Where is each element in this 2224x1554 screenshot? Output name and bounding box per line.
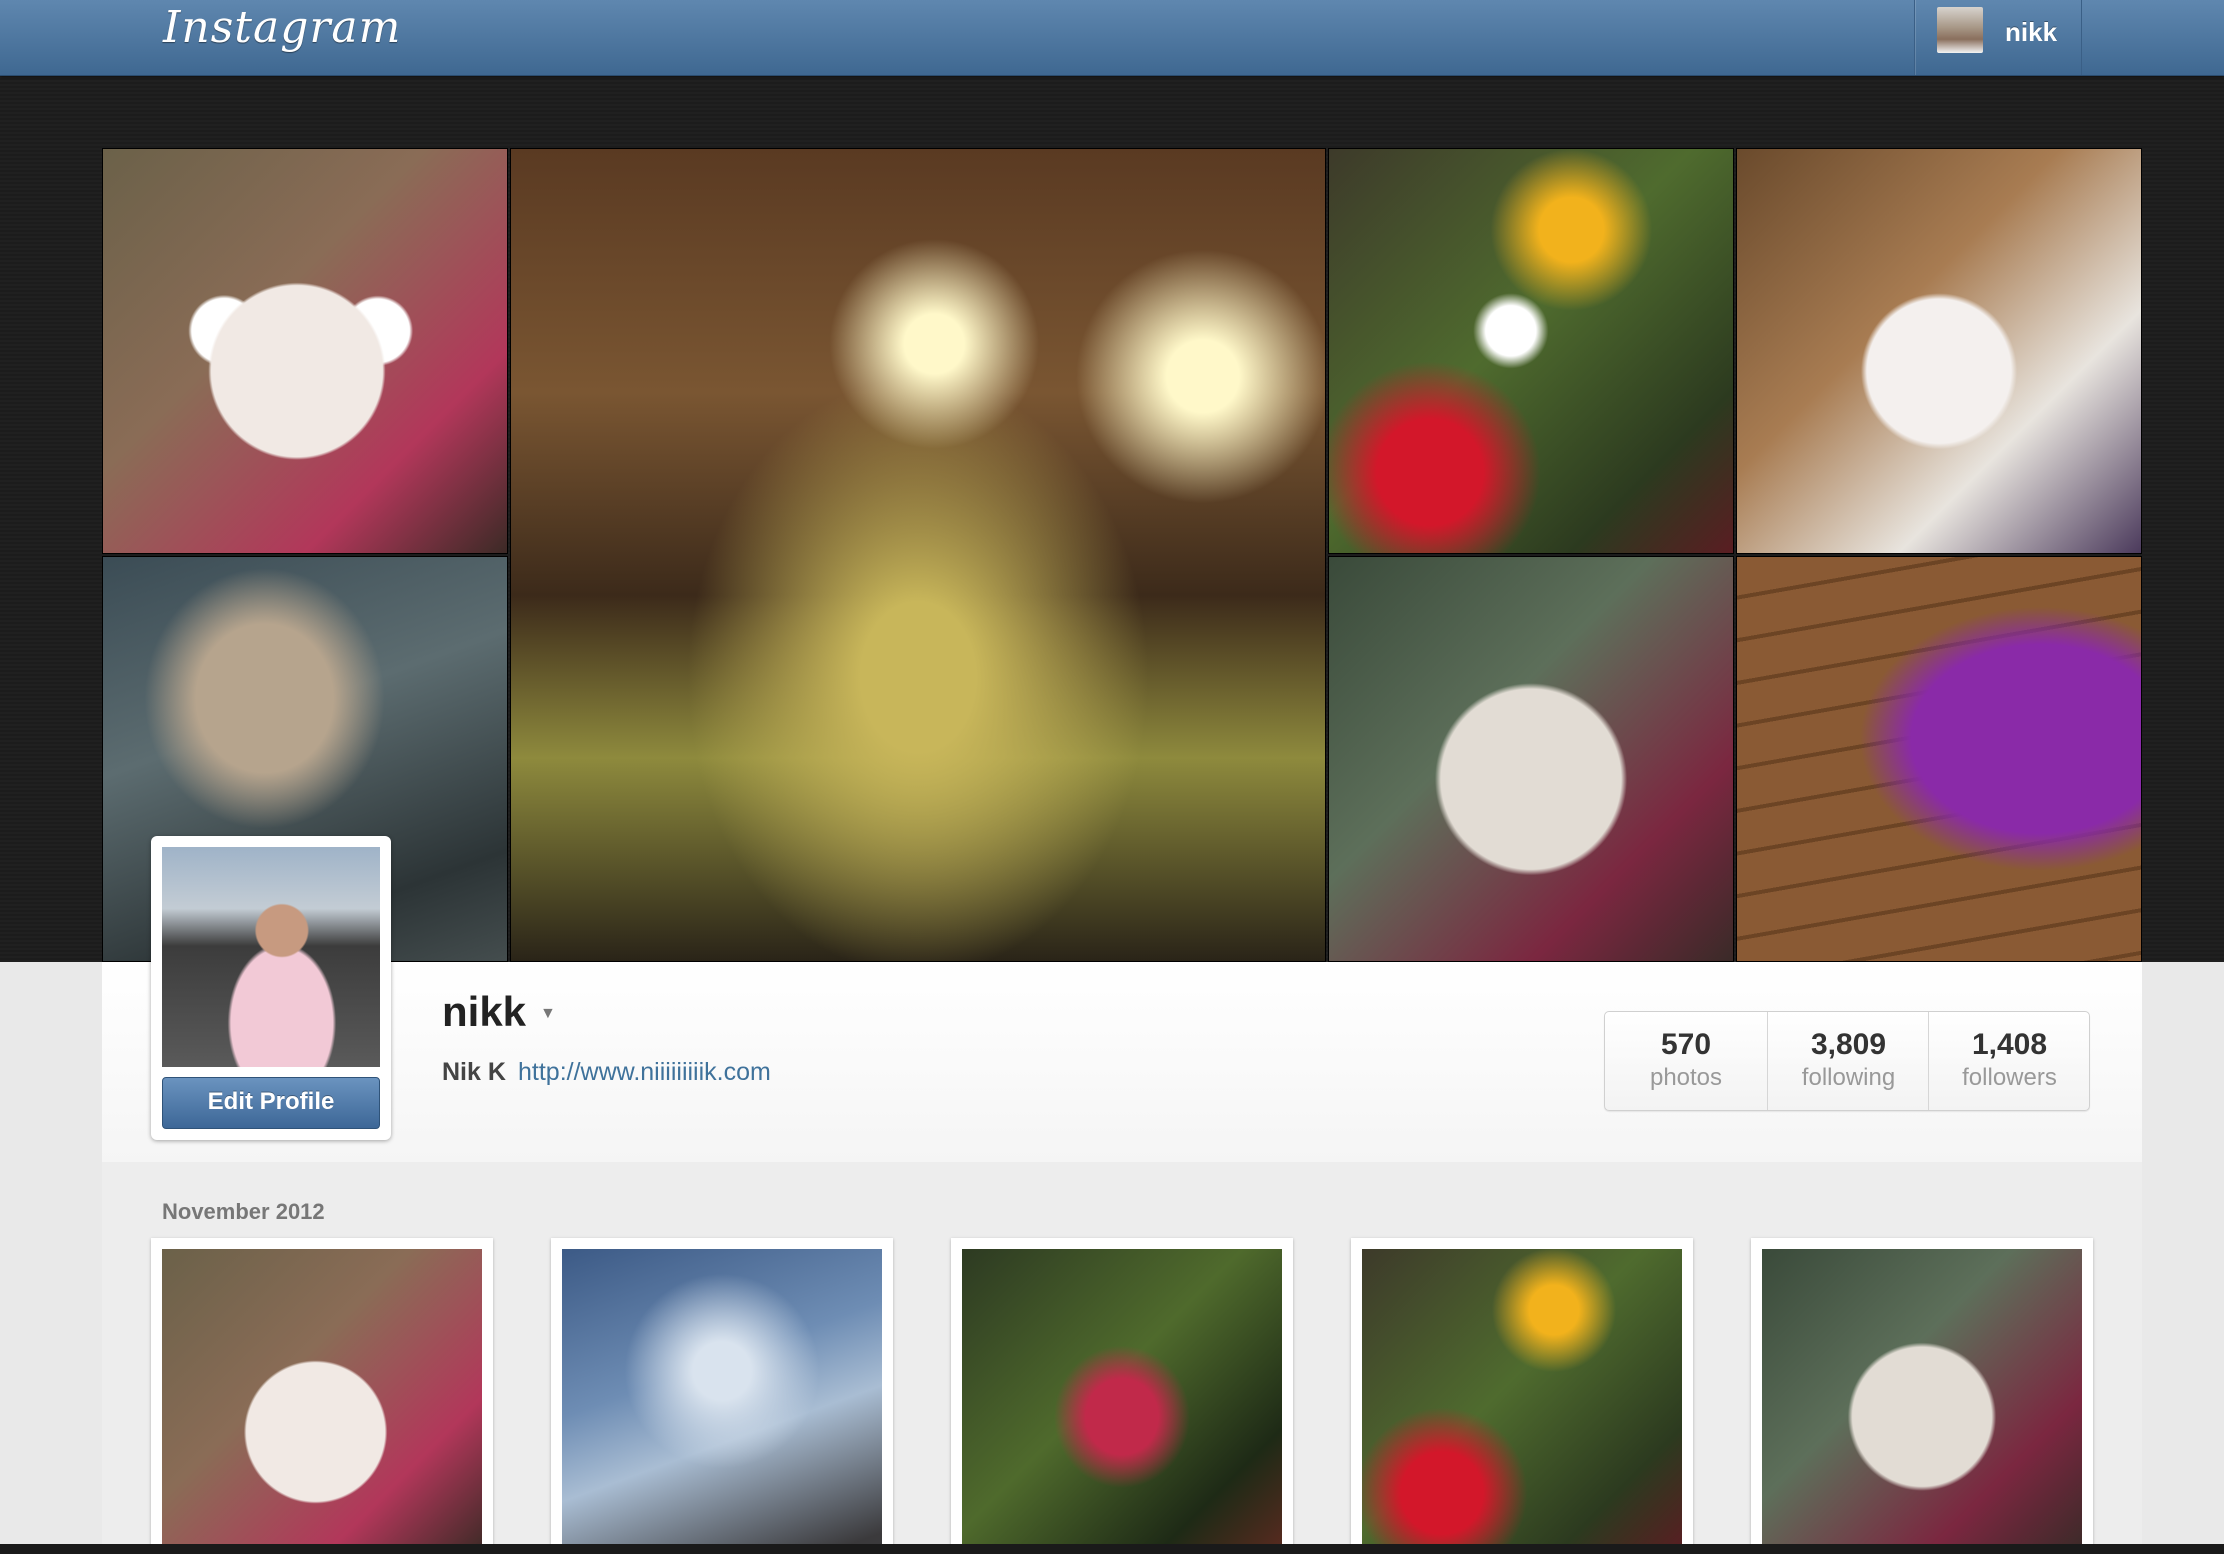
cover-photo-dog-closeup[interactable] [1328, 556, 1734, 962]
stat-photos-count: 570 [1660, 1028, 1712, 1061]
stat-photos[interactable]: 570 photos [1605, 1012, 1767, 1110]
profile-username: nikk [442, 988, 527, 1035]
profile-avatar-image[interactable] [162, 847, 380, 1067]
photo-red-plant[interactable] [962, 1249, 1282, 1554]
cover-photo-flowers[interactable] [1328, 148, 1734, 554]
user-avatar-icon[interactable] [1937, 7, 1983, 53]
top-navigation-bar: Instagram nikk [0, 0, 2224, 76]
chevron-down-icon[interactable]: ▼ [540, 1005, 556, 1023]
photo-thumbnail[interactable] [1351, 1238, 1693, 1554]
photo-bunny-dog[interactable] [162, 1249, 482, 1554]
cover-photo-tunnel[interactable] [510, 148, 1326, 962]
stat-followers-count: 1,408 [1971, 1028, 2048, 1061]
photo-thumbnail[interactable] [951, 1238, 1293, 1554]
cover-photo-bunny-dog[interactable] [102, 148, 508, 554]
profile-website-link[interactable]: http://www.niiiiiiiiik.com [518, 1058, 771, 1087]
profile-avatar-card: Edit Profile [151, 836, 391, 1140]
bottom-edge [0, 1544, 2224, 1554]
photo-thumbnail[interactable] [551, 1238, 893, 1554]
feed-month-heading: November 2012 [162, 1199, 325, 1224]
stat-following-count: 3,809 [1810, 1028, 1887, 1061]
photo-thumbnail[interactable] [1751, 1238, 2093, 1554]
photo-dog[interactable] [1762, 1249, 2082, 1554]
profile-full-name: Nik K [442, 1058, 506, 1086]
stat-following-label: following [1801, 1064, 1896, 1091]
photo-raindrops-sky[interactable] [562, 1249, 882, 1554]
photo-flowers[interactable] [1362, 1249, 1682, 1554]
stat-photos-label: photos [1649, 1064, 1723, 1091]
stat-following[interactable]: 3,809 following [1767, 1012, 1929, 1110]
user-menu-username[interactable]: nikk [2005, 17, 2057, 48]
instagram-logo[interactable]: Instagram [163, 2, 401, 66]
cover-photo-collage [102, 148, 2142, 962]
cover-photo-purple-pillow[interactable] [1736, 556, 2142, 962]
user-menu[interactable]: nikk [1914, 0, 2082, 75]
edit-profile-button[interactable]: Edit Profile [162, 1077, 380, 1129]
profile-stats: 570 photos 3,809 following 1,408 followe… [1604, 1011, 2090, 1111]
stat-followers[interactable]: 1,408 followers [1928, 1012, 2090, 1110]
stat-followers-label: followers [1962, 1064, 2057, 1091]
photo-thumbnail[interactable] [151, 1238, 493, 1554]
cover-photo-dog-window[interactable] [1736, 148, 2142, 554]
